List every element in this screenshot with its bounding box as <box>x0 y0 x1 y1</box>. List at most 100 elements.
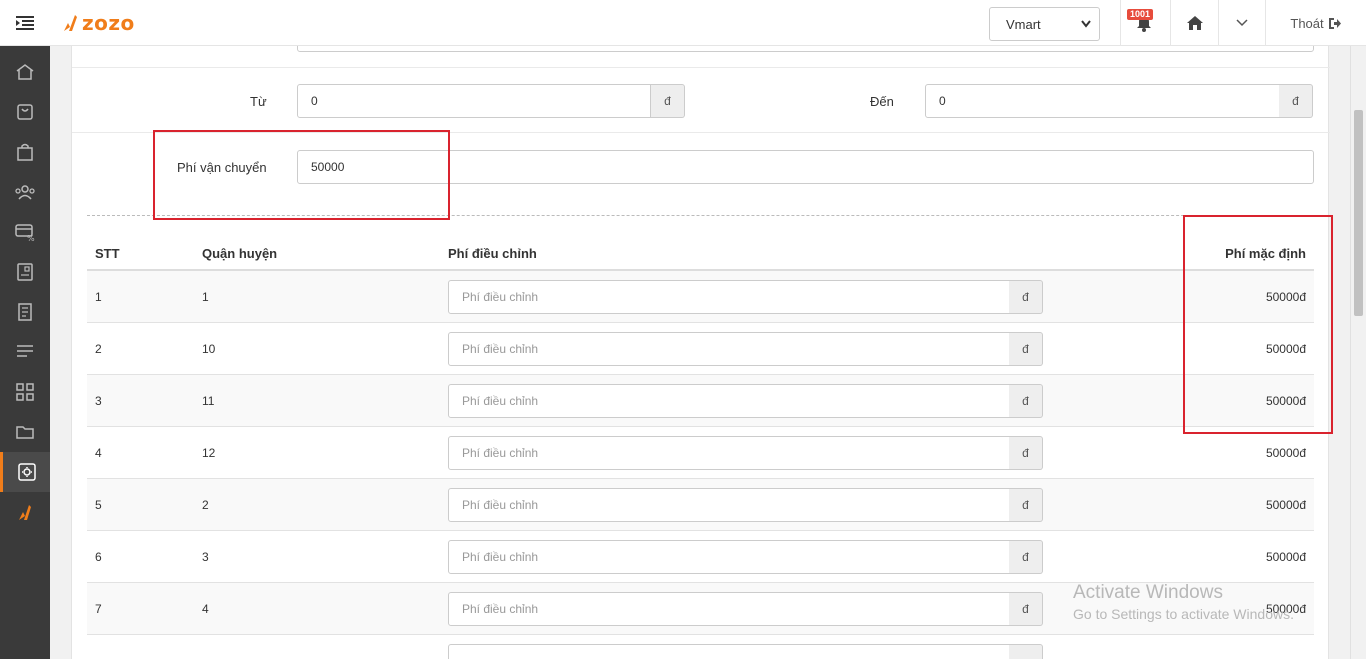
bag-icon <box>17 143 33 161</box>
settings-icon <box>17 463 36 481</box>
home-button[interactable] <box>1171 0 1218 46</box>
cell-default-fee: 50000đ <box>1265 550 1306 564</box>
from-input[interactable]: 0 <box>297 84 651 118</box>
sidebar-item-settings[interactable] <box>0 452 50 492</box>
logo-text: zozo <box>82 11 135 35</box>
brand-logo[interactable]: zozo <box>62 11 135 35</box>
cell-stt: 3 <box>95 394 102 408</box>
cell-district: 3 <box>202 550 209 564</box>
folder-icon <box>16 426 34 439</box>
sidebar-item-customers[interactable] <box>0 172 50 212</box>
sidebar-item-orders[interactable] <box>0 92 50 132</box>
cell-district: 4 <box>202 602 209 616</box>
cell-district: 1 <box>202 290 209 304</box>
adjust-fee-unit: đ <box>1009 280 1043 314</box>
highlight-shipping-fee <box>153 130 450 220</box>
top-bar: zozo Vmart 1001 Thoát <box>0 0 1366 46</box>
table-row-partial <box>87 635 1314 659</box>
adjust-fee-unit <box>1009 644 1043 659</box>
adjust-fee-input[interactable]: Phí điều chỉnh <box>448 436 1010 470</box>
partial-input-top[interactable] <box>297 46 1314 52</box>
chevron-down-icon <box>1236 19 1248 27</box>
menu-toggle-icon[interactable] <box>0 0 50 46</box>
notification-badge: 1001 <box>1127 9 1154 20</box>
table-row: 6 3 Phí điều chỉnh đ 50000đ <box>87 531 1314 583</box>
header-adjust-fee: Phí điều chỉnh <box>448 246 537 261</box>
table-row: 4 12 Phí điều chỉnh đ 50000đ <box>87 427 1314 479</box>
store-select-value: Vmart <box>1006 16 1041 32</box>
home-icon <box>16 64 34 80</box>
cell-stt: 4 <box>95 446 102 460</box>
adjust-fee-input[interactable]: Phí điều chỉnh <box>448 332 1010 366</box>
sidebar-item-reports[interactable] <box>0 292 50 332</box>
adjust-fee-input[interactable]: Phí điều chỉnh <box>448 540 1010 574</box>
brand-icon <box>19 505 31 520</box>
cell-district: 12 <box>202 446 216 460</box>
apps-icon <box>16 383 34 401</box>
cell-stt: 6 <box>95 550 102 564</box>
device-icon <box>17 263 33 281</box>
to-input[interactable]: 0 <box>925 84 1280 118</box>
sidebar-item-brand[interactable] <box>0 492 50 532</box>
to-unit-addon: đ <box>1279 84 1313 118</box>
header-district: Quận huyện <box>202 246 278 261</box>
user-dropdown-button[interactable] <box>1219 0 1265 46</box>
header-stt: STT <box>95 246 120 261</box>
adjust-fee-input[interactable] <box>448 644 1010 659</box>
sidebar-item-products[interactable] <box>0 132 50 172</box>
adjust-fee-input[interactable]: Phí điều chỉnh <box>448 384 1010 418</box>
cell-district: 11 <box>202 394 215 408</box>
sidebar: % <box>0 46 50 659</box>
adjust-fee-unit: đ <box>1009 488 1043 522</box>
payment-card-icon: % <box>15 224 35 242</box>
store-select[interactable]: Vmart <box>989 7 1100 41</box>
users-icon <box>15 185 35 200</box>
highlight-default-fee-column <box>1183 215 1333 434</box>
table-row: 5 2 Phí điều chỉnh đ 50000đ <box>87 479 1314 531</box>
adjust-fee-unit: đ <box>1009 592 1043 626</box>
table-row: 1 1 Phí điều chỉnh đ 50000đ <box>87 271 1314 323</box>
cell-stt: 7 <box>95 602 102 616</box>
list-icon <box>17 345 33 357</box>
report-icon <box>18 303 32 321</box>
sidebar-item-apps[interactable] <box>0 372 50 412</box>
cell-district: 10 <box>202 342 216 356</box>
sidebar-item-devices[interactable] <box>0 252 50 292</box>
svg-text:%: % <box>27 234 35 242</box>
sidebar-item-home[interactable] <box>0 52 50 92</box>
watermark-line-1: Activate Windows <box>1073 582 1223 603</box>
logout-label: Thoát <box>1290 15 1324 31</box>
notification-button[interactable] <box>1121 0 1167 46</box>
chevron-down-icon <box>1081 20 1091 28</box>
home-icon <box>1186 16 1203 30</box>
logout-icon <box>1328 17 1341 29</box>
scrollbar-thumb[interactable] <box>1354 110 1363 316</box>
adjust-fee-input[interactable]: Phí điều chỉnh <box>448 280 1010 314</box>
adjust-fee-unit: đ <box>1009 540 1043 574</box>
shopping-bag-icon <box>17 104 33 120</box>
logo-mark-icon <box>64 15 77 31</box>
adjust-fee-input[interactable]: Phí điều chỉnh <box>448 592 1010 626</box>
sidebar-item-files[interactable] <box>0 412 50 452</box>
cell-default-fee: 50000đ <box>1265 498 1306 512</box>
sidebar-item-list[interactable] <box>0 332 50 372</box>
cell-district: 2 <box>202 498 209 512</box>
watermark-line-2: Go to Settings to activate Windows. <box>1073 606 1294 622</box>
logout-button[interactable]: Thoát <box>1266 0 1366 46</box>
to-label: Đến <box>870 94 894 109</box>
from-unit-addon: đ <box>651 84 685 118</box>
cell-stt: 5 <box>95 498 102 512</box>
adjust-fee-unit: đ <box>1009 384 1043 418</box>
table-row: 3 11 Phí điều chỉnh đ 50000đ <box>87 375 1314 427</box>
adjust-fee-input[interactable]: Phí điều chỉnh <box>448 488 1010 522</box>
activation-watermark: Activate Windows Go to Settings to activ… <box>1073 582 1294 624</box>
adjust-fee-unit: đ <box>1009 332 1043 366</box>
divider <box>72 67 1330 68</box>
table-row: 2 10 Phí điều chỉnh đ 50000đ <box>87 323 1314 375</box>
page-scrollbar[interactable] <box>1350 46 1366 659</box>
sidebar-item-payments[interactable]: % <box>0 212 50 252</box>
from-label: Từ <box>250 94 267 109</box>
cell-stt: 2 <box>95 342 102 356</box>
adjust-fee-unit: đ <box>1009 436 1043 470</box>
cell-default-fee: 50000đ <box>1265 446 1306 460</box>
